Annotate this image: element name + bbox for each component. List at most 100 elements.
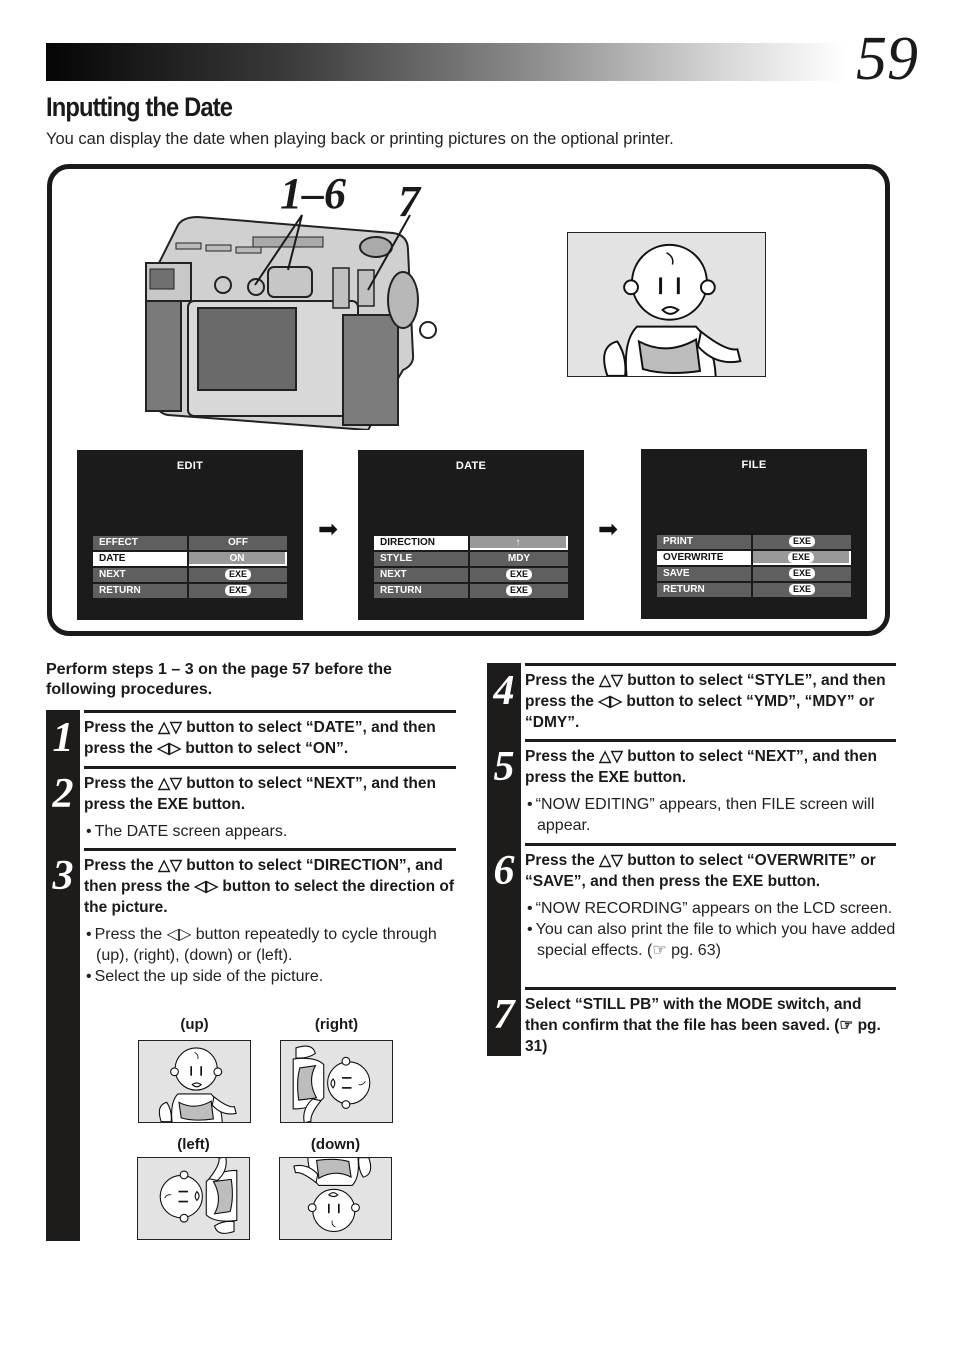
- lcd-screen-edit: EDIT EFFECT OFF DATE ON NEXT EXE RETURN EXE: [77, 450, 303, 620]
- lcd-menu-value: EXE: [753, 551, 851, 565]
- header-gradient-bar: [46, 43, 846, 81]
- step-instruction: Press the △▽ button to select “STYLE”, a…: [525, 672, 886, 731]
- lcd-menu-label: OVERWRITE: [657, 551, 751, 565]
- step-5: 5 Press the △▽ button to select “NEXT”, a…: [494, 739, 896, 836]
- step-1: 1 Press the △▽ button to select “DATE”, a…: [53, 710, 456, 760]
- callout-lines: [254, 214, 411, 291]
- step-number: 6: [493, 848, 515, 894]
- intro-text: You can display the date when playing ba…: [46, 130, 674, 148]
- lcd-menu-label: NEXT: [374, 568, 468, 582]
- lcd-menu-row: DATE ON: [93, 552, 287, 566]
- lcd-menu-row: STYLE MDY: [374, 552, 568, 566]
- page-number: 59: [856, 25, 918, 93]
- exe-badge: EXE: [787, 552, 814, 563]
- baby-icon: [292, 1045, 371, 1122]
- direction-caption: (up): [180, 1016, 209, 1033]
- lcd-menu: PRINT EXE OVERWRITE EXE SAVE EXE RETURN EXE: [657, 535, 851, 599]
- lcd-menu-value: EXE: [189, 584, 287, 598]
- step-note: “NOW RECORDING” appears on the LCD scree…: [525, 898, 896, 919]
- step-note: Press the ◁▷ button repeatedly to cycle …: [84, 924, 456, 966]
- lcd-title: FILE: [741, 459, 767, 471]
- flow-arrow-icon: ➡: [318, 516, 339, 543]
- preview-picture: [567, 232, 766, 377]
- lcd-menu-value: EXE: [753, 567, 851, 581]
- direction-picture: [280, 1040, 393, 1123]
- direction-picture: [138, 1040, 251, 1123]
- lcd-menu-label: STYLE: [374, 552, 468, 566]
- baby-icon: [603, 243, 742, 376]
- exe-badge: EXE: [505, 585, 532, 596]
- step-number: 1: [52, 715, 74, 761]
- direction-picture: [137, 1157, 250, 1240]
- lcd-menu-label: RETURN: [93, 584, 187, 598]
- step-instruction: Press the △▽ button to select “NEXT”, an…: [84, 775, 436, 813]
- lcd-menu-label: RETURN: [374, 584, 468, 598]
- lcd-menu-row: RETURN EXE: [93, 584, 287, 598]
- step-number: 4: [493, 668, 515, 714]
- exe-badge: EXE: [788, 584, 815, 595]
- step-divider: [525, 843, 896, 846]
- lcd-screen-date: DATE DIRECTION ↑ STYLE MDY NEXT EXE RETURN EXE: [358, 450, 584, 620]
- direction-picture: [279, 1157, 392, 1240]
- step-4: 4 Press the △▽ button to select “STYLE”, …: [494, 663, 896, 733]
- step-note: The DATE screen appears.: [84, 821, 456, 842]
- step-6: 6 Press the △▽ button to select “OVERWRIT…: [494, 843, 896, 961]
- lcd-menu-value: EXE: [470, 568, 568, 582]
- lcd-menu-row: SAVE EXE: [657, 567, 851, 581]
- lcd-menu-row: RETURN EXE: [374, 584, 568, 598]
- step-instruction: Press the △▽ button to select “OVERWRITE…: [525, 852, 876, 890]
- step-divider: [525, 987, 896, 990]
- lcd-menu-value: ON: [189, 552, 287, 566]
- step-notes: The DATE screen appears.: [84, 821, 456, 842]
- lcd-menu-row: DIRECTION ↑: [374, 536, 568, 550]
- exe-badge: EXE: [788, 536, 815, 547]
- step-divider: [525, 739, 896, 742]
- lcd-menu-label: NEXT: [93, 568, 187, 582]
- lcd-menu-label: DIRECTION: [374, 536, 468, 550]
- lcd-menu-value: MDY: [470, 552, 568, 566]
- direction-caption: (left): [177, 1136, 210, 1153]
- lcd-menu-value: EXE: [189, 568, 287, 582]
- lcd-menu-label: PRINT: [657, 535, 751, 549]
- step-notes: Press the ◁▷ button repeatedly to cycle …: [84, 924, 456, 987]
- step-instruction: Press the △▽ button to select “DATE”, an…: [84, 719, 436, 757]
- step-divider: [525, 663, 896, 666]
- step-note: Select the up side of the picture.: [84, 966, 456, 987]
- exe-badge: EXE: [788, 568, 815, 579]
- lcd-menu-row: NEXT EXE: [93, 568, 287, 582]
- lcd-menu-value: OFF: [189, 536, 287, 550]
- lcd-menu-value: EXE: [753, 583, 851, 597]
- lcd-menu-row: NEXT EXE: [374, 568, 568, 582]
- baby-icon: [293, 1158, 372, 1233]
- step-2: 2 Press the △▽ button to select “NEXT”, a…: [53, 766, 456, 842]
- lcd-menu-label: EFFECT: [93, 536, 187, 550]
- exe-badge: EXE: [224, 569, 251, 580]
- direction-caption: (right): [314, 1016, 359, 1033]
- exe-badge: EXE: [505, 569, 532, 580]
- baby-icon: [158, 1047, 237, 1122]
- step-instruction: Press the △▽ button to select “NEXT”, an…: [525, 748, 877, 786]
- exe-badge: EXE: [224, 585, 251, 596]
- lcd-menu-label: SAVE: [657, 567, 751, 581]
- step-divider: [84, 766, 456, 769]
- lcd-menu-row: EFFECT OFF: [93, 536, 287, 550]
- lcd-screen-file: FILE PRINT EXE OVERWRITE EXE SAVE EXE RETURN EXE: [641, 449, 867, 619]
- step-3: 3 Press the △▽ button to select “DIRECTIO…: [53, 848, 456, 987]
- lcd-title: DATE: [455, 460, 487, 472]
- step-note: You can also print the file to which you…: [525, 919, 896, 961]
- lcd-menu: EFFECT OFF DATE ON NEXT EXE RETURN EXE: [93, 536, 287, 600]
- lcd-menu-label: RETURN: [657, 583, 751, 597]
- step-number: 5: [493, 744, 515, 790]
- lcd-menu-row: PRINT EXE: [657, 535, 851, 549]
- lcd-menu-row: OVERWRITE EXE: [657, 551, 851, 565]
- step-notes: “NOW EDITING” appears, then FILE screen …: [525, 794, 896, 836]
- step-number: 7: [493, 992, 515, 1038]
- lcd-menu-value: EXE: [753, 535, 851, 549]
- step-number: 3: [52, 853, 74, 899]
- lcd-menu: DIRECTION ↑ STYLE MDY NEXT EXE RETURN EXE: [374, 536, 568, 600]
- step-divider: [84, 710, 456, 713]
- lcd-menu-row: RETURN EXE: [657, 583, 851, 597]
- step-note: “NOW EDITING” appears, then FILE screen …: [525, 794, 896, 836]
- direction-caption: (down): [310, 1136, 361, 1153]
- step-instruction: Select “STILL PB” with the MODE switch, …: [525, 996, 881, 1055]
